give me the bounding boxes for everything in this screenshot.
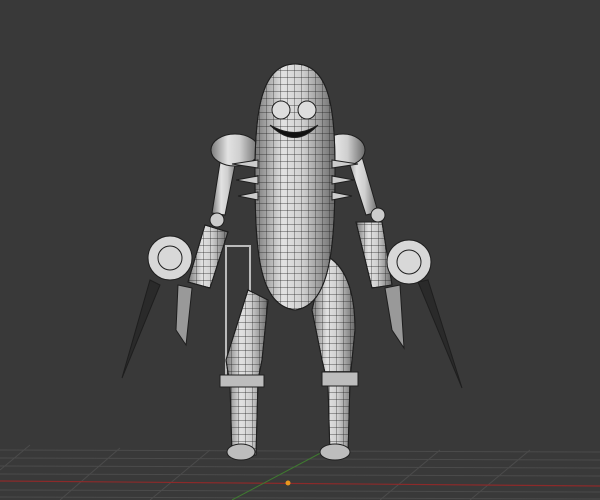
floor-grid	[0, 444, 600, 500]
right-eye	[297, 100, 317, 120]
right-claw	[384, 284, 405, 350]
right-knee	[321, 371, 359, 387]
x-axis-line	[0, 480, 600, 487]
left-leg-wire	[225, 289, 269, 456]
origin-point[interactable]	[285, 480, 291, 486]
3d-viewport[interactable]	[0, 0, 600, 500]
right-forearm-wire	[355, 221, 393, 289]
left-eye	[271, 100, 291, 120]
pickle-body-wire	[254, 63, 336, 311]
left-forearm-wire	[187, 224, 229, 289]
robot-mesh[interactable]	[121, 63, 463, 461]
left-blade	[121, 279, 161, 379]
left-foot	[226, 443, 256, 461]
viewport-canvas[interactable]	[0, 0, 600, 500]
right-elbow	[370, 207, 386, 223]
left-knee	[219, 374, 265, 388]
right-foot	[319, 443, 351, 461]
right-blade	[417, 279, 463, 389]
right-saw-disk	[386, 239, 432, 285]
left-claw	[175, 284, 193, 347]
left-saw-disk	[147, 235, 193, 281]
left-elbow	[209, 212, 225, 228]
